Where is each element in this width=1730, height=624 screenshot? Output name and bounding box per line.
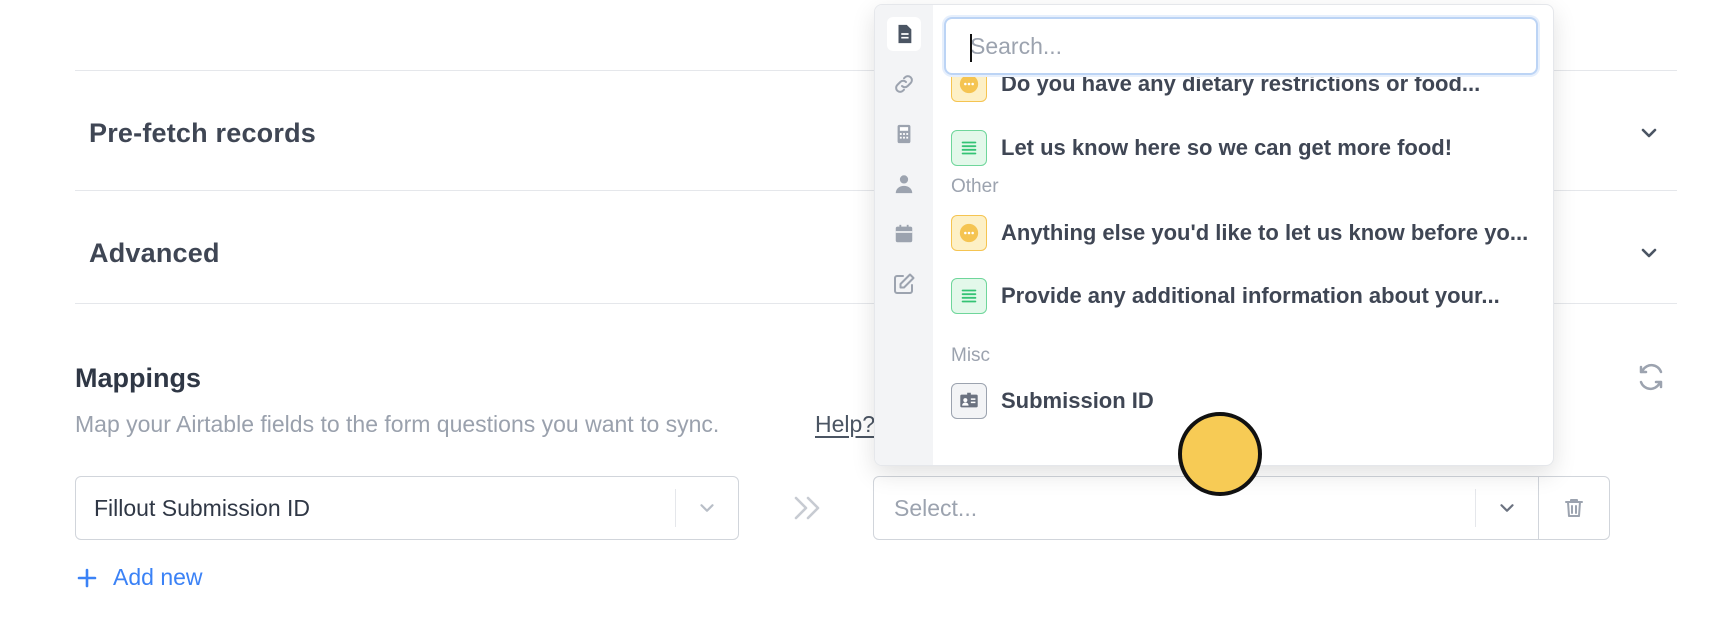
chevron-down-icon[interactable] [1476, 477, 1538, 539]
text-caret [970, 34, 972, 62]
calculator-icon[interactable] [887, 117, 921, 151]
dropdown-search[interactable] [944, 17, 1538, 75]
dots-icon [951, 215, 987, 251]
section-title: Pre-fetch records [89, 117, 316, 148]
chevron-down-icon [1641, 248, 1657, 258]
delete-mapping-button[interactable] [1538, 476, 1610, 540]
section-title: Advanced [89, 237, 220, 268]
link-icon[interactable] [887, 67, 921, 101]
list-item[interactable]: Provide any additional information about… [933, 269, 1553, 323]
double-chevron-right-icon [794, 496, 820, 520]
id-card-icon [951, 383, 987, 419]
form-question-select[interactable]: Select... [873, 476, 1539, 540]
group-header-other: Other [951, 176, 999, 197]
option-label: Provide any additional information about… [1001, 283, 1500, 308]
mappings-description: Map your Airtable fields to the form que… [75, 411, 720, 437]
edit-icon[interactable] [887, 267, 921, 301]
document-icon[interactable] [887, 17, 921, 51]
dropdown-option-list: Do you have any dietary restrictions or … [933, 5, 1553, 465]
list-item[interactable]: Let us know here so we can get more food… [933, 121, 1553, 175]
chevron-down-icon[interactable] [676, 477, 738, 539]
question-dropdown: Do you have any dietary restrictions or … [874, 4, 1554, 466]
airtable-field-select[interactable]: Fillout Submission ID [75, 476, 739, 540]
mappings-title: Mappings [75, 363, 201, 393]
list-item[interactable]: Submission ID [933, 374, 1553, 428]
chevron-down-icon [1641, 128, 1657, 138]
trash-icon [1565, 499, 1583, 517]
calendar-icon[interactable] [887, 217, 921, 251]
lines-icon [951, 278, 987, 314]
dropdown-category-sidebar [875, 5, 933, 465]
add-new-label: Add new [113, 564, 203, 590]
group-header-misc: Misc [951, 345, 991, 366]
refresh-icon[interactable] [1636, 362, 1666, 392]
add-new-button[interactable]: Add new [75, 564, 203, 591]
list-item[interactable]: Anything else you'd like to let us know … [933, 206, 1553, 260]
search-input[interactable] [946, 19, 1536, 73]
select-placeholder: Select... [894, 494, 978, 521]
help-link[interactable]: Help? [815, 411, 875, 438]
plus-icon [77, 568, 97, 587]
person-icon[interactable] [887, 167, 921, 201]
option-label: Let us know here so we can get more food… [1001, 135, 1453, 160]
option-label: Anything else you'd like to let us know … [1001, 220, 1529, 245]
select-value: Fillout Submission ID [94, 494, 311, 521]
lines-icon [951, 130, 987, 166]
option-label: Submission ID [1001, 388, 1154, 413]
